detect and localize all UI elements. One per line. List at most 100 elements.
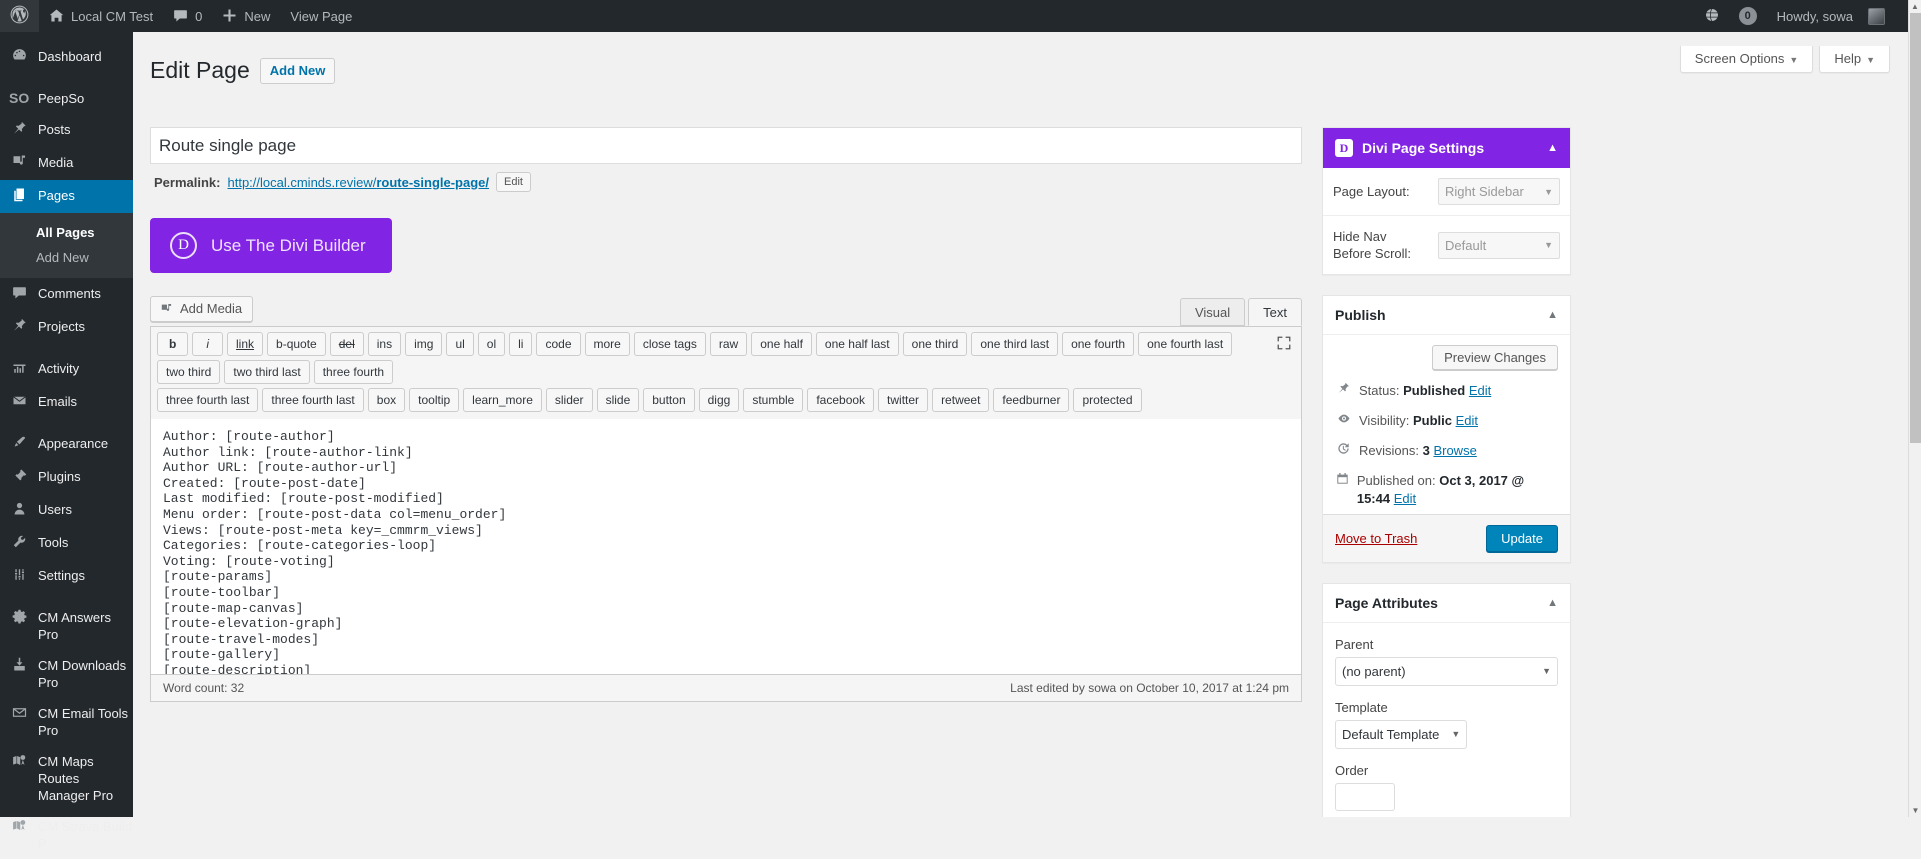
- quicktag-button-three-fourth-last[interactable]: three fourth last: [262, 388, 363, 412]
- page-attributes-header[interactable]: Page Attributes ▲: [1323, 584, 1570, 623]
- quicktag-button-learn-more[interactable]: learn_more: [463, 388, 542, 412]
- quicktag-button-ul[interactable]: ul: [446, 332, 473, 356]
- sidebar-item-settings[interactable]: Settings: [0, 560, 133, 593]
- quicktag-button-raw[interactable]: raw: [710, 332, 747, 356]
- screen-options-button[interactable]: Screen Options▼: [1680, 46, 1814, 73]
- sidebar-item-media[interactable]: Media: [0, 147, 133, 180]
- scroll-up-arrow-icon[interactable]: ▲: [1909, 0, 1921, 13]
- quicktag-button-tooltip[interactable]: tooltip: [409, 388, 459, 412]
- divi-page-settings-header[interactable]: D Divi Page Settings ▲: [1323, 128, 1570, 168]
- sidebar-item-cm-email-tools-pro[interactable]: CM Email Tools Pro: [0, 698, 133, 746]
- quicktag-button-one-half[interactable]: one half: [751, 332, 812, 356]
- update-button[interactable]: Update: [1486, 525, 1558, 552]
- comments-bubble[interactable]: 0: [163, 0, 212, 32]
- sidebar-item-add-new-page[interactable]: Add New: [0, 245, 133, 270]
- quicktag-button-two-third-last[interactable]: two third last: [224, 360, 309, 384]
- fullscreen-icon[interactable]: [1276, 335, 1292, 351]
- sidebar-item-projects[interactable]: Projects: [0, 311, 133, 344]
- quicktag-button-i[interactable]: i: [192, 332, 223, 356]
- template-select[interactable]: Default Template ▼: [1335, 720, 1467, 749]
- quicktag-button-protected[interactable]: protected: [1073, 388, 1141, 412]
- sidebar-item-peepso[interactable]: SO PeepSo: [0, 83, 133, 114]
- updates-button[interactable]: 0: [1729, 0, 1767, 32]
- quicktag-button-three-fourth[interactable]: three fourth: [314, 360, 393, 384]
- sidebar-item-posts[interactable]: Posts: [0, 114, 133, 147]
- page-scrollbar[interactable]: ▲ ▼: [1908, 0, 1921, 817]
- hide-nav-select[interactable]: Default ▼: [1438, 232, 1560, 259]
- quicktag-button-facebook[interactable]: facebook: [807, 388, 874, 412]
- quicktag-button-two-third[interactable]: two third: [157, 360, 220, 384]
- edit-visibility-link[interactable]: Edit: [1456, 413, 1478, 428]
- edit-status-link[interactable]: Edit: [1469, 383, 1491, 398]
- sidebar-item-appearance[interactable]: Appearance: [0, 428, 133, 461]
- quicktag-button-one-fourth-last[interactable]: one fourth last: [1138, 332, 1232, 356]
- sidebar-item-emails[interactable]: Emails: [0, 386, 133, 419]
- sidebar-item-activity[interactable]: Activity: [0, 353, 133, 386]
- scrollbar-thumb[interactable]: [1910, 13, 1921, 443]
- post-content-textarea[interactable]: Author: [route-author] Author link: [rou…: [150, 419, 1302, 675]
- scroll-down-arrow-icon[interactable]: ▼: [1909, 804, 1921, 817]
- wordpress-logo-menu[interactable]: [0, 0, 39, 32]
- sidebar-item-cm-answers-pro[interactable]: CM Answers Pro: [0, 602, 133, 650]
- parent-select[interactable]: (no parent) ▼: [1335, 657, 1558, 686]
- quicktag-button-ol[interactable]: ol: [478, 332, 505, 356]
- add-media-button[interactable]: Add Media: [150, 296, 253, 322]
- use-divi-builder-button[interactable]: D Use The Divi Builder: [150, 218, 392, 273]
- sidebar-item-all-pages[interactable]: All Pages: [0, 220, 133, 245]
- sidebar-item-cm-maps-routes-manager-pro[interactable]: CM Maps Routes Manager Pro: [0, 746, 133, 811]
- quicktag-button-more[interactable]: more: [585, 332, 630, 356]
- quicktag-button-three-fourth-last[interactable]: three fourth last: [157, 388, 258, 412]
- quicktag-button-twitter[interactable]: twitter: [878, 388, 928, 412]
- quicktag-button-digg[interactable]: digg: [699, 388, 740, 412]
- quicktag-button-button[interactable]: button: [643, 388, 694, 412]
- sidebar-item-dashboard[interactable]: Dashboard: [0, 41, 133, 74]
- new-content-menu[interactable]: New: [212, 0, 280, 32]
- chevron-up-icon[interactable]: ▲: [1547, 139, 1558, 157]
- sidebar-item-comments[interactable]: Comments: [0, 278, 133, 311]
- sidebar-item-tools[interactable]: Tools: [0, 527, 133, 560]
- sidebar-item-cm-strava[interactable]: CM Strava Build P: [0, 811, 133, 859]
- quicktag-button-feedburner[interactable]: feedburner: [993, 388, 1069, 412]
- page-layout-select[interactable]: Right Sidebar ▼: [1438, 178, 1560, 205]
- tab-visual[interactable]: Visual: [1180, 298, 1245, 326]
- quicktag-button-one-fourth[interactable]: one fourth: [1062, 332, 1134, 356]
- quicktag-button-one-third[interactable]: one third: [903, 332, 968, 356]
- quicktag-button-slider[interactable]: slider: [546, 388, 593, 412]
- view-page-link[interactable]: View Page: [280, 0, 362, 32]
- chevron-up-icon[interactable]: ▲: [1547, 594, 1558, 612]
- quicktag-button-slide[interactable]: slide: [597, 388, 640, 412]
- order-input[interactable]: [1335, 783, 1395, 811]
- quicktag-button-one-third-last[interactable]: one third last: [971, 332, 1058, 356]
- quicktag-button-b-quote[interactable]: b-quote: [267, 332, 326, 356]
- sidebar-item-cm-downloads-pro[interactable]: CM Downloads Pro: [0, 650, 133, 698]
- move-to-trash-link[interactable]: Move to Trash: [1335, 531, 1417, 546]
- sidebar-item-pages[interactable]: Pages: [0, 180, 133, 213]
- site-name-menu[interactable]: Local CM Test: [39, 0, 163, 32]
- quicktag-button-img[interactable]: img: [405, 332, 442, 356]
- tab-text[interactable]: Text: [1248, 298, 1302, 326]
- post-title-input[interactable]: [150, 127, 1302, 164]
- quicktag-button-one-half-last[interactable]: one half last: [816, 332, 899, 356]
- quicktag-button-stumble[interactable]: stumble: [743, 388, 803, 412]
- preview-changes-button[interactable]: Preview Changes: [1432, 345, 1558, 370]
- quicktag-button-retweet[interactable]: retweet: [932, 388, 989, 412]
- language-globe-button[interactable]: [1695, 0, 1729, 32]
- chevron-up-icon[interactable]: ▲: [1547, 306, 1558, 324]
- sidebar-item-users[interactable]: Users: [0, 494, 133, 527]
- publish-panel-header[interactable]: Publish ▲: [1323, 296, 1570, 335]
- quicktag-button-ins[interactable]: ins: [368, 332, 401, 356]
- quicktag-button-code[interactable]: code: [536, 332, 580, 356]
- my-account-menu[interactable]: Howdy, sowa: [1767, 0, 1895, 32]
- quicktag-button-b[interactable]: b: [157, 332, 188, 356]
- quicktag-button-del[interactable]: del: [330, 332, 364, 356]
- add-new-page-button[interactable]: Add New: [260, 58, 336, 84]
- browse-revisions-link[interactable]: Browse: [1433, 443, 1476, 458]
- quicktag-button-box[interactable]: box: [368, 388, 405, 412]
- edit-permalink-button[interactable]: Edit: [496, 172, 531, 192]
- sidebar-item-plugins[interactable]: Plugins: [0, 461, 133, 494]
- edit-published-date-link[interactable]: Edit: [1394, 491, 1416, 506]
- quicktag-button-li[interactable]: li: [509, 332, 532, 356]
- help-button[interactable]: Help▼: [1819, 46, 1890, 73]
- quicktag-button-link[interactable]: link: [227, 332, 263, 356]
- quicktag-button-close-tags[interactable]: close tags: [634, 332, 706, 356]
